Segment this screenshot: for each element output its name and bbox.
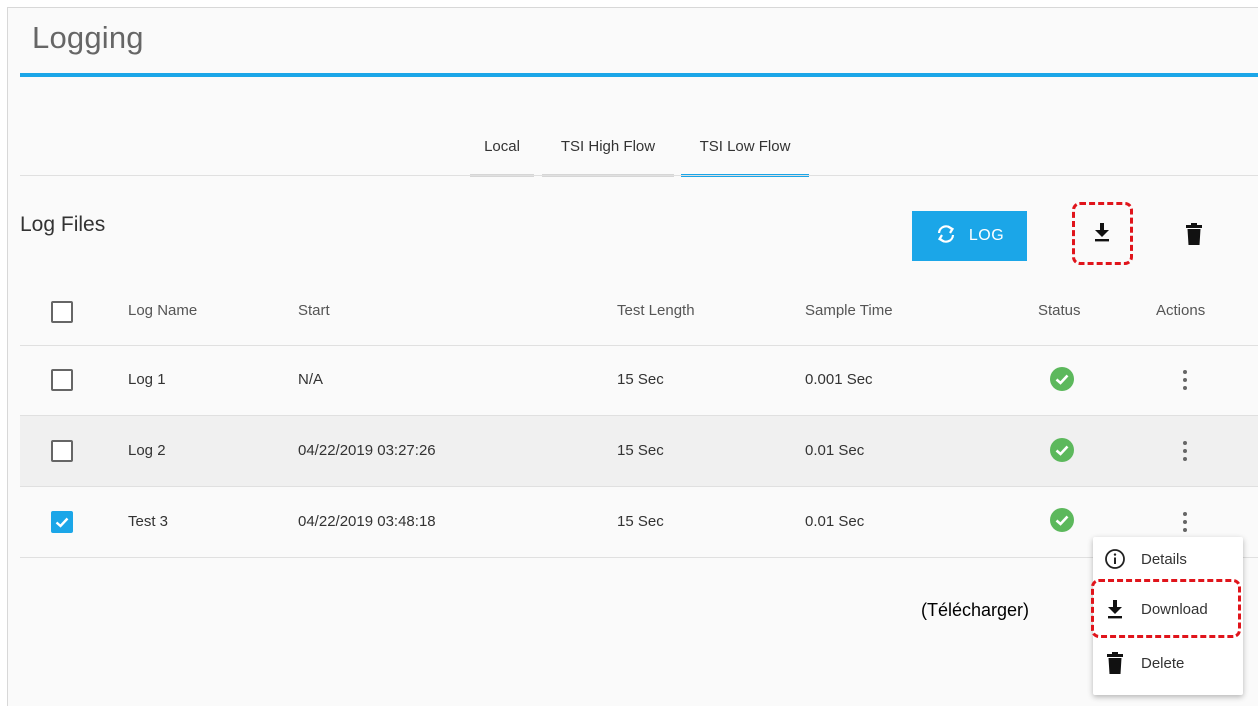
page-title: Logging [32, 20, 144, 55]
tab-tsi-low-flow[interactable]: TSI Low Flow [681, 137, 809, 177]
annotation-label: (Télécharger) [921, 600, 1030, 620]
menu-item-label: Download [1141, 600, 1208, 618]
tab-label: TSI Low Flow [699, 138, 791, 155]
tab-tsi-high-flow[interactable]: TSI High Flow [542, 137, 674, 177]
cell-sample-time: 0.01 Sec [805, 442, 865, 459]
menu-item-details[interactable]: Details [1093, 537, 1243, 581]
download-icon [1093, 222, 1111, 247]
cell-start: N/A [298, 371, 324, 388]
download-icon [1103, 599, 1127, 619]
header-actions: Actions [1156, 302, 1206, 319]
refresh-icon [935, 224, 957, 249]
check-circle-icon [1050, 367, 1074, 391]
download-button[interactable] [1086, 214, 1118, 254]
logging-panel [7, 7, 1258, 706]
tab-local[interactable]: Local [470, 137, 534, 177]
tab-label: TSI High Flow [560, 138, 656, 155]
row-divider [20, 486, 1258, 487]
cell-log-name: Test 3 [128, 513, 169, 530]
header-test-length[interactable]: Test Length [617, 302, 695, 319]
header-sample-time[interactable]: Sample Time [805, 302, 893, 319]
cell-test-length: 15 Sec [617, 513, 664, 530]
cell-log-name: Log 1 [128, 371, 166, 388]
menu-item-delete[interactable]: Delete [1093, 641, 1243, 685]
row-actions-menu-icon[interactable] [1175, 510, 1195, 534]
row-checkbox[interactable] [51, 369, 73, 391]
row-actions-menu: Details Download Delete [1093, 537, 1243, 695]
check-circle-icon [1050, 508, 1074, 532]
cell-start: 04/22/2019 03:48:18 [298, 513, 436, 530]
delete-button[interactable] [1181, 220, 1207, 252]
row-actions-menu-icon[interactable] [1175, 368, 1195, 392]
menu-item-label: Details [1141, 550, 1187, 568]
title-underline [20, 73, 1258, 77]
cell-test-length: 15 Sec [617, 442, 664, 459]
header-status[interactable]: Status [1038, 302, 1081, 319]
row-divider [20, 557, 1258, 558]
header-log-name[interactable]: Log Name [128, 302, 197, 319]
trash-icon [1186, 222, 1202, 250]
menu-item-label: Delete [1141, 654, 1185, 672]
menu-item-download[interactable]: Download [1093, 587, 1243, 631]
select-all-checkbox[interactable] [51, 301, 73, 323]
cell-start: 04/22/2019 03:27:26 [298, 442, 436, 459]
row-checkbox-checked[interactable] [51, 511, 73, 533]
header-start[interactable]: Start [298, 302, 330, 319]
trash-icon [1103, 652, 1127, 674]
check-circle-icon [1050, 438, 1074, 462]
tabs-divider [20, 175, 1258, 176]
tab-label: Local [484, 138, 520, 155]
row-actions-menu-icon[interactable] [1175, 439, 1195, 463]
section-title: Log Files [20, 213, 106, 236]
log-button-label: LOG [968, 227, 1005, 244]
log-button[interactable]: LOG [912, 211, 1027, 261]
cell-test-length: 15 Sec [617, 371, 664, 388]
cell-log-name: Log 2 [128, 442, 166, 459]
row-divider [20, 345, 1258, 346]
cell-sample-time: 0.001 Sec [805, 371, 873, 388]
info-icon [1103, 548, 1127, 570]
row-checkbox[interactable] [51, 440, 73, 462]
checkmark-icon [55, 517, 69, 528]
cell-sample-time: 0.01 Sec [805, 513, 865, 530]
